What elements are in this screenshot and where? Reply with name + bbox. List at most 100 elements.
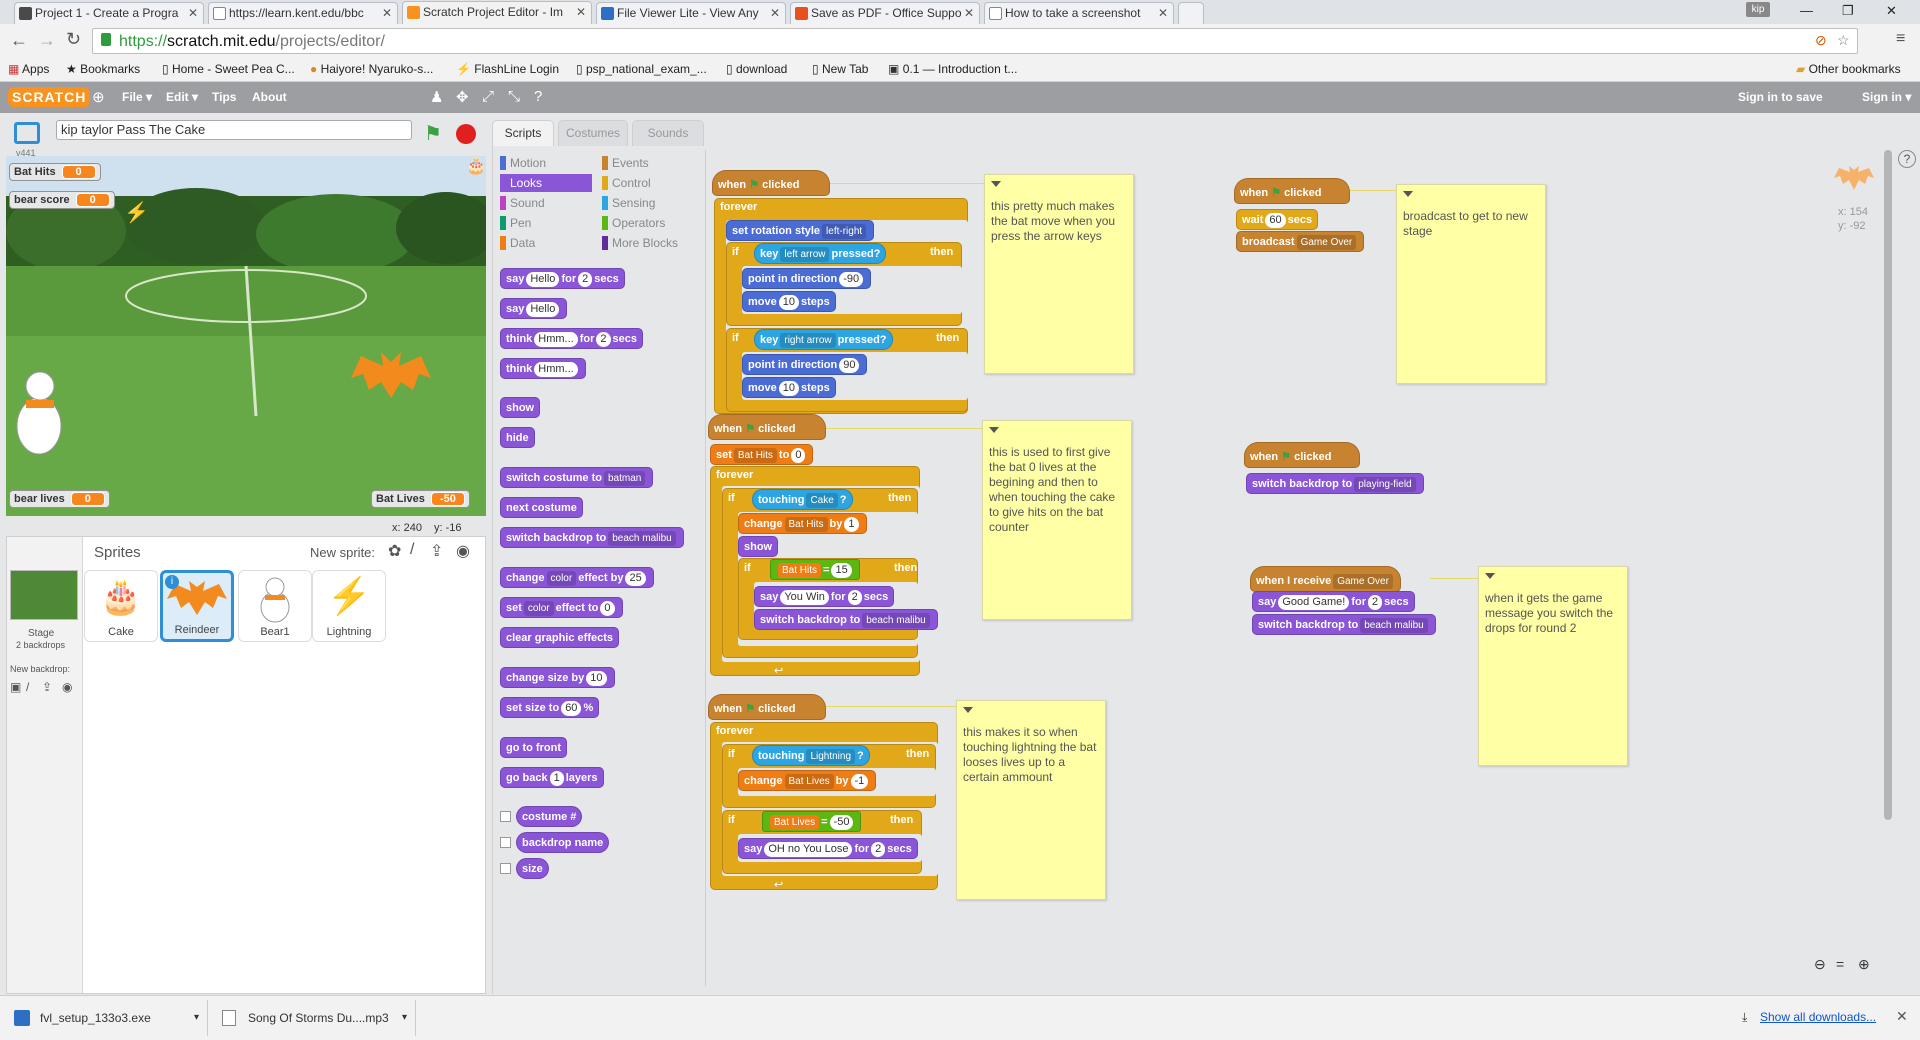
block-dropdown[interactable]: left-right — [822, 224, 867, 239]
when-flag-clicked-hat[interactable]: when ⚑ clicked — [708, 414, 826, 440]
block-input[interactable]: 60 — [561, 701, 582, 716]
palette-say-for-block[interactable]: say Hello for 2 secs — [500, 268, 625, 289]
menu-icon[interactable]: ≡ — [1896, 30, 1905, 48]
delete-cut-icon[interactable]: ✥ — [456, 88, 469, 106]
block-input[interactable]: 60 — [1265, 213, 1286, 228]
file-menu[interactable]: File ▾ — [122, 90, 152, 104]
block-input[interactable]: 2 — [596, 332, 611, 347]
language-globe-icon[interactable]: ⊕ — [92, 88, 105, 106]
comment-note[interactable]: when it gets the game message you switch… — [1478, 566, 1628, 766]
palette-next-costume-block[interactable]: next costume — [500, 497, 583, 518]
extension-icon[interactable]: ⊘ — [1815, 32, 1827, 49]
block-input[interactable]: 2 — [1368, 595, 1383, 610]
block-dropdown[interactable]: color — [546, 571, 577, 586]
sign-in-to-save[interactable]: Sign in to save — [1738, 90, 1823, 104]
browser-tab[interactable]: Save as PDF - Office Suppo ✕ — [790, 2, 980, 24]
download-item[interactable]: fvl_setup_133o3.exe ▾ — [4, 1000, 208, 1036]
comment-note[interactable]: this is used to first give the bat 0 liv… — [982, 420, 1132, 620]
palette-set-size-block[interactable]: set size to 60% — [500, 697, 600, 718]
set-rotation-style-block[interactable]: set rotation style left-right — [726, 220, 875, 241]
category-looks[interactable]: Looks — [500, 174, 592, 192]
monitor-checkbox[interactable] — [500, 811, 511, 822]
palette-say-block[interactable]: say Hello — [500, 298, 568, 319]
block-dropdown[interactable]: Game Over — [1296, 235, 1357, 250]
say-for-secs-block[interactable]: say You Win for 2 secs — [754, 586, 895, 607]
palette-think-for-block[interactable]: think Hmm... for 2 secs — [500, 328, 644, 349]
key-pressed-sensor[interactable]: key left arrow pressed? — [754, 243, 887, 264]
grow-icon[interactable]: ⤢ — [482, 88, 494, 105]
switch-backdrop-block[interactable]: switch backdrop to playing-field — [1246, 473, 1424, 494]
backdrop-library-icon[interactable]: ▣ — [10, 680, 21, 694]
upload-icon[interactable]: ⇪ — [42, 680, 52, 694]
block-input[interactable]: Hmm... — [534, 332, 578, 347]
browser-tab[interactable]: How to take a screenshot ✕ — [984, 2, 1174, 24]
zoom-reset-icon[interactable]: = — [1836, 956, 1844, 972]
broadcast-block[interactable]: broadcast Game Over — [1236, 231, 1365, 252]
close-tab-icon[interactable]: ✕ — [964, 3, 974, 23]
forward-arrow-icon[interactable]: → — [38, 30, 56, 51]
bookmark-item[interactable]: ★ Bookmarks — [66, 62, 140, 76]
palette-clear-effects-block[interactable]: clear graphic effects — [500, 627, 619, 648]
block-input[interactable]: -1 — [850, 774, 869, 789]
palette-set-effect-block[interactable]: set color effect to 0 — [500, 597, 623, 618]
user-badge[interactable]: kip — [1746, 2, 1770, 17]
palette-go-back-block[interactable]: go back 1 layers — [500, 767, 604, 788]
block-dropdown[interactable]: Cake — [806, 493, 838, 508]
equals-operator[interactable]: Bat Hits = 15 — [770, 559, 860, 580]
bat-sprite[interactable] — [351, 352, 431, 402]
tab-sounds[interactable]: Sounds — [632, 120, 704, 146]
block-input[interactable]: 10 — [586, 671, 607, 686]
category-sensing[interactable]: Sensing — [602, 194, 694, 212]
touching-sensor[interactable]: touching Lightning? — [752, 745, 870, 766]
say-for-secs-block[interactable]: say OH no You Lose for 2 secs — [738, 838, 918, 859]
block-dropdown[interactable]: Bat Hits — [733, 448, 777, 463]
block-input[interactable]: 10 — [778, 381, 799, 396]
help-icon[interactable]: ? — [1898, 150, 1916, 168]
restore-icon[interactable]: ❐ — [1842, 3, 1854, 19]
close-icon[interactable]: ✕ — [1896, 1008, 1908, 1025]
back-arrow-icon[interactable]: ← — [10, 30, 28, 51]
palette-hide-block[interactable]: hide — [500, 427, 535, 448]
change-variable-block[interactable]: change Bat Hits by 1 — [738, 513, 867, 534]
new-tab-button[interactable] — [1178, 2, 1204, 24]
show-block[interactable]: show — [738, 536, 779, 557]
close-tab-icon[interactable]: ✕ — [1158, 3, 1168, 23]
bookmark-item[interactable]: ▯ Home - Sweet Pea C... — [162, 62, 295, 76]
bookmark-item[interactable]: ▯ psp_national_exam_... — [576, 62, 707, 76]
category-events[interactable]: Events — [602, 154, 694, 172]
palette-show-block[interactable]: show — [500, 397, 541, 418]
sprite-thumb-lightning[interactable]: ⚡ Lightning — [312, 570, 386, 642]
collapse-triangle-icon[interactable] — [1403, 191, 1413, 197]
block-input[interactable]: 1 — [844, 517, 859, 532]
bat-hits-monitor[interactable]: Bat Hits 0 — [9, 163, 101, 181]
set-variable-block[interactable]: set Bat Hits to 0 — [710, 444, 814, 465]
category-motion[interactable]: Motion — [500, 154, 592, 172]
block-dropdown[interactable]: playing-field — [1354, 477, 1416, 492]
block-input[interactable]: 0 — [791, 448, 806, 463]
tab-costumes[interactable]: Costumes — [558, 120, 628, 146]
palette-think-block[interactable]: think Hmm... — [500, 358, 586, 379]
equals-operator[interactable]: Bat Lives = -50 — [762, 811, 862, 832]
bookmark-item[interactable]: ● Haiyore! Nyaruko-s... — [310, 62, 433, 76]
bookmark-item[interactable]: ⚡ FlashLine Login — [456, 62, 559, 76]
camera-icon[interactable]: ◉ — [456, 541, 470, 561]
block-input[interactable]: 15 — [831, 563, 852, 578]
zoom-in-icon[interactable]: ⊕ — [1858, 956, 1870, 973]
block-dropdown[interactable]: Bat Lives — [784, 774, 834, 789]
variable-reporter[interactable]: Bat Lives — [770, 815, 820, 830]
block-input[interactable]: Hello — [526, 272, 560, 287]
lightning-sprite[interactable]: ⚡ — [124, 200, 149, 225]
close-tab-icon[interactable]: ✕ — [576, 2, 586, 22]
show-all-downloads-link[interactable]: Show all downloads... — [1760, 1010, 1876, 1024]
close-tab-icon[interactable]: ✕ — [382, 3, 392, 23]
block-dropdown[interactable]: batman — [603, 471, 646, 486]
block-dropdown[interactable]: left arrow — [780, 247, 830, 262]
block-input[interactable]: 2 — [847, 590, 862, 605]
sprite-thumb-cake[interactable]: 🎂 Cake — [84, 570, 158, 642]
duplicate-icon[interactable]: ♟ — [430, 88, 443, 106]
category-data[interactable]: Data — [500, 234, 592, 252]
block-input[interactable]: 0 — [600, 601, 615, 616]
category-more-blocks[interactable]: More Blocks — [602, 234, 694, 252]
monitor-checkbox[interactable] — [500, 837, 511, 848]
block-input[interactable]: You Win — [780, 590, 829, 605]
